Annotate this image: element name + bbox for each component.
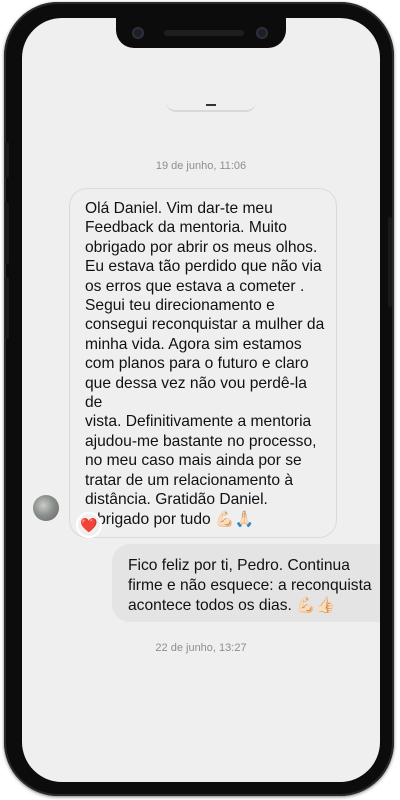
notch <box>116 18 286 48</box>
volume-down-button <box>5 277 9 339</box>
phone-frame: 19 de junho, 11:06 Olá Daniel. Vim dar-t… <box>4 2 394 796</box>
contact-avatar[interactable] <box>33 495 59 521</box>
power-button <box>388 217 392 307</box>
heart-icon[interactable]: ❤️ <box>76 512 102 538</box>
speaker-grille <box>164 30 244 36</box>
message-timestamp: 19 de junho, 11:06 <box>155 160 247 172</box>
mute-switch <box>5 142 9 178</box>
volume-up-button <box>5 202 9 264</box>
message-timestamp: 22 de junho, 13:27 <box>155 642 247 654</box>
scroll-indicator <box>166 96 256 112</box>
front-camera-icon <box>256 27 268 39</box>
chat-screen[interactable]: 19 de junho, 11:06 Olá Daniel. Vim dar-t… <box>22 18 380 782</box>
sensor-icon <box>132 27 144 39</box>
outgoing-message-bubble[interactable]: Fico feliz por ti, Pedro. Continua firme… <box>112 544 380 622</box>
incoming-message-bubble[interactable]: Olá Daniel. Vim dar-te meu Feedback da m… <box>69 188 337 538</box>
